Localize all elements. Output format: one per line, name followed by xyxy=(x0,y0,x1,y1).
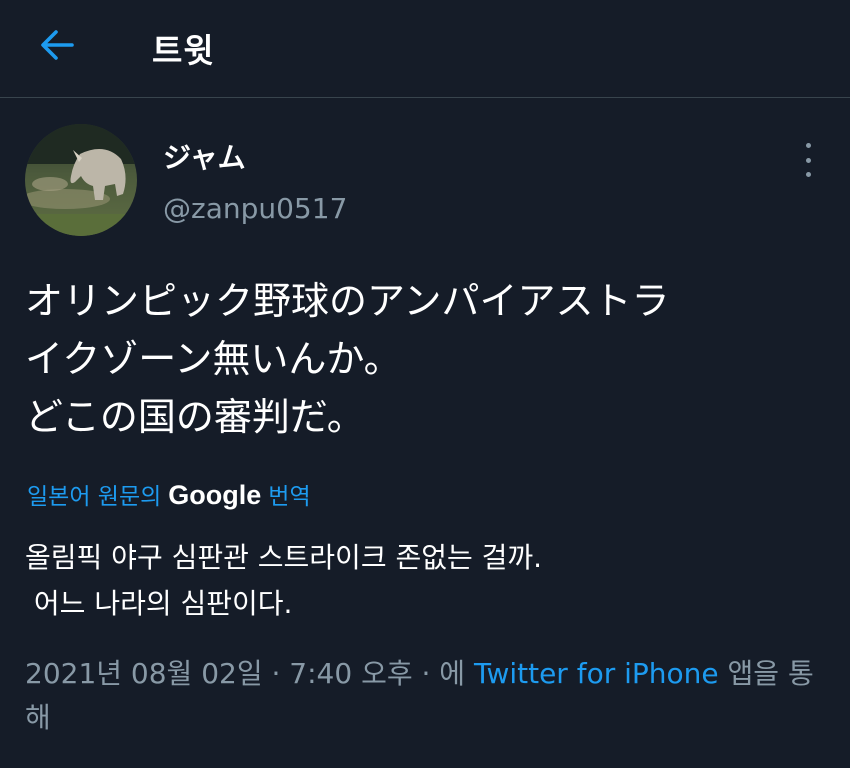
more-vertical-icon-dot xyxy=(805,157,811,163)
tweet-text-line: どこの国の審判だ。 xyxy=(25,395,365,439)
tweet-metadata: 2021년 08월 02일 · 7:40 오후 · 에 Twitter for … xyxy=(25,652,835,740)
page-title: 트윗 xyxy=(152,31,215,70)
display-name[interactable]: ジャム xyxy=(163,136,246,176)
arrow-left-icon xyxy=(41,30,74,60)
more-vertical-icon xyxy=(805,143,811,148)
tweet-text-line: イクゾーン無いんか。 xyxy=(25,337,402,381)
user-handle[interactable]: @zanpu0517 xyxy=(163,192,347,225)
header-bar: 트윗 xyxy=(0,0,850,98)
tweet-datetime[interactable]: 2021년 08월 02일 · 7:40 오후 · 에 xyxy=(25,657,474,690)
more-options-button[interactable] xyxy=(796,143,820,177)
translate-prefix: 일본어 원문의 xyxy=(27,484,162,510)
more-vertical-icon-dot xyxy=(805,172,811,177)
back-button[interactable] xyxy=(32,22,82,68)
translated-text-line: 어느 나라의 심판이다. xyxy=(25,587,293,620)
google-logo-text: Google xyxy=(168,480,262,510)
source-link[interactable]: Twitter for iPhone xyxy=(474,657,719,690)
tweet-text: オリンピック野球のアンパイアストラ イクゾーン無いんか。 どこの国の審判だ。 xyxy=(25,272,825,446)
translate-link[interactable]: 일본어 원문의 Google 번역 xyxy=(27,477,311,511)
tweet-text-line: オリンピック野球のアンパイアストラ xyxy=(25,279,670,323)
translate-suffix: 번역 xyxy=(268,484,311,510)
rhino-avatar-image xyxy=(25,124,137,236)
avatar[interactable] xyxy=(25,124,137,236)
translated-text-line: 올림픽 야구 심판관 스트라이크 존없는 걸까. xyxy=(25,541,543,574)
translated-text: 올림픽 야구 심판관 스트라이크 존없는 걸까. 어느 나라의 심판이다. xyxy=(25,535,825,627)
